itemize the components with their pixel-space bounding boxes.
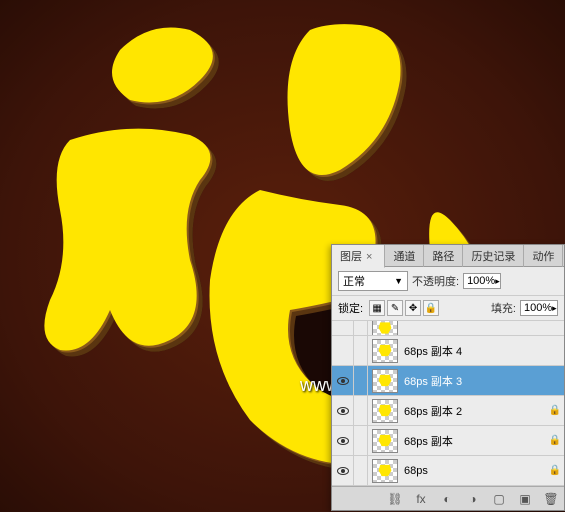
layer-visibility-toggle[interactable] bbox=[332, 396, 354, 425]
layer-thumbnail[interactable] bbox=[372, 459, 398, 483]
layer-thumbnail[interactable] bbox=[372, 321, 398, 336]
eye-icon bbox=[337, 377, 349, 385]
lock-icons-group: ▦ ✎ ✥ 🔒 bbox=[369, 300, 439, 316]
layer-row-4[interactable]: 68ps 🔒 bbox=[332, 456, 564, 486]
layer-row-2[interactable]: 68ps 副本 2 🔒 bbox=[332, 396, 564, 426]
layer-visibility-toggle[interactable] bbox=[332, 366, 354, 395]
lock-all-icon[interactable]: 🔒 bbox=[423, 300, 439, 316]
opacity-chevron-icon: ▸ bbox=[495, 276, 500, 287]
group-icon[interactable]: ▢ bbox=[490, 491, 508, 507]
new-layer-icon[interactable]: ▣ bbox=[516, 491, 534, 507]
opacity-value: 100% bbox=[467, 275, 495, 287]
layer-thumbnail[interactable] bbox=[372, 369, 398, 393]
layer-lock-indicator: 🔒 bbox=[546, 405, 564, 416]
tab-actions[interactable]: 动作 bbox=[524, 245, 563, 267]
tab-history[interactable]: 历史记录 bbox=[463, 245, 524, 267]
layer-link-cell bbox=[354, 396, 368, 425]
layer-row-above[interactable] bbox=[332, 321, 564, 336]
lock-label: 锁定: bbox=[338, 300, 363, 316]
fx-icon[interactable]: fx bbox=[412, 491, 430, 507]
blend-opacity-row: 正常 ▼ 不透明度: 100% ▸ bbox=[332, 267, 564, 296]
layers-panel: 图层× 通道 路径 历史记录 动作 正常 ▼ 不透明度: 100% ▸ 锁定: … bbox=[331, 244, 565, 511]
tab-paths[interactable]: 路径 bbox=[424, 245, 463, 267]
fill-input[interactable]: 100% ▸ bbox=[520, 300, 558, 316]
lock-fill-row: 锁定: ▦ ✎ ✥ 🔒 填充: 100% ▸ bbox=[332, 296, 564, 321]
layer-row-1[interactable]: 68ps 副本 3 bbox=[332, 366, 564, 396]
fill-label: 填充: bbox=[491, 300, 516, 316]
layer-link-cell bbox=[354, 456, 368, 485]
layer-name[interactable]: 68ps 副本 bbox=[402, 433, 546, 449]
layer-link-cell bbox=[354, 366, 368, 395]
opacity-label: 不透明度: bbox=[412, 273, 459, 289]
tab-layers[interactable]: 图层× bbox=[332, 245, 385, 268]
panel-footer: ⛓ fx ◐ ◑ ▢ ▣ 🗑 bbox=[332, 486, 564, 510]
panel-tabs: 图层× 通道 路径 历史记录 动作 bbox=[332, 245, 564, 267]
layer-link-cell bbox=[354, 426, 368, 455]
layer-thumbnail[interactable] bbox=[372, 339, 398, 363]
eye-icon bbox=[337, 437, 349, 445]
link-layers-icon[interactable]: ⛓ bbox=[386, 491, 404, 507]
layer-lock-indicator: 🔒 bbox=[546, 465, 564, 476]
layer-lock-indicator: 🔒 bbox=[546, 435, 564, 446]
layer-visibility-toggle[interactable] bbox=[332, 336, 354, 365]
eye-icon bbox=[337, 407, 349, 415]
layer-name[interactable]: 68ps 副本 3 bbox=[402, 373, 546, 389]
lock-pixels-icon[interactable]: ✎ bbox=[387, 300, 403, 316]
tab-layers-label: 图层 bbox=[340, 251, 362, 263]
eye-icon bbox=[337, 467, 349, 475]
lock-position-icon[interactable]: ✥ bbox=[405, 300, 421, 316]
fill-chevron-icon: ▸ bbox=[552, 303, 557, 314]
blend-mode-value: 正常 bbox=[343, 273, 365, 289]
layer-visibility-toggle[interactable] bbox=[332, 426, 354, 455]
lock-transparency-icon[interactable]: ▦ bbox=[369, 300, 385, 316]
tab-close-icon[interactable]: × bbox=[362, 251, 376, 263]
adjustment-icon[interactable]: ◑ bbox=[464, 491, 482, 507]
layer-thumbnail[interactable] bbox=[372, 399, 398, 423]
mask-icon[interactable]: ◐ bbox=[438, 491, 456, 507]
tab-channels[interactable]: 通道 bbox=[385, 245, 424, 267]
layer-link-cell bbox=[354, 336, 368, 365]
layer-list: 68ps 副本 4 68ps 副本 3 68ps 副本 2 🔒 68ps 副本 … bbox=[332, 321, 564, 486]
trash-icon[interactable]: 🗑 bbox=[542, 491, 560, 507]
chevron-down-icon: ▼ bbox=[394, 276, 403, 286]
layer-visibility-toggle[interactable] bbox=[332, 321, 354, 335]
layer-row-0[interactable]: 68ps 副本 4 bbox=[332, 336, 564, 366]
opacity-input[interactable]: 100% ▸ bbox=[463, 273, 501, 289]
layer-visibility-toggle[interactable] bbox=[332, 456, 354, 485]
layer-thumbnail[interactable] bbox=[372, 429, 398, 453]
fill-value: 100% bbox=[524, 302, 552, 314]
blend-mode-select[interactable]: 正常 ▼ bbox=[338, 271, 408, 291]
layer-name[interactable]: 68ps bbox=[402, 465, 546, 477]
layer-link-cell bbox=[354, 321, 368, 335]
layer-name[interactable]: 68ps 副本 2 bbox=[402, 403, 546, 419]
layer-row-3[interactable]: 68ps 副本 🔒 bbox=[332, 426, 564, 456]
layer-name[interactable]: 68ps 副本 4 bbox=[402, 343, 546, 359]
